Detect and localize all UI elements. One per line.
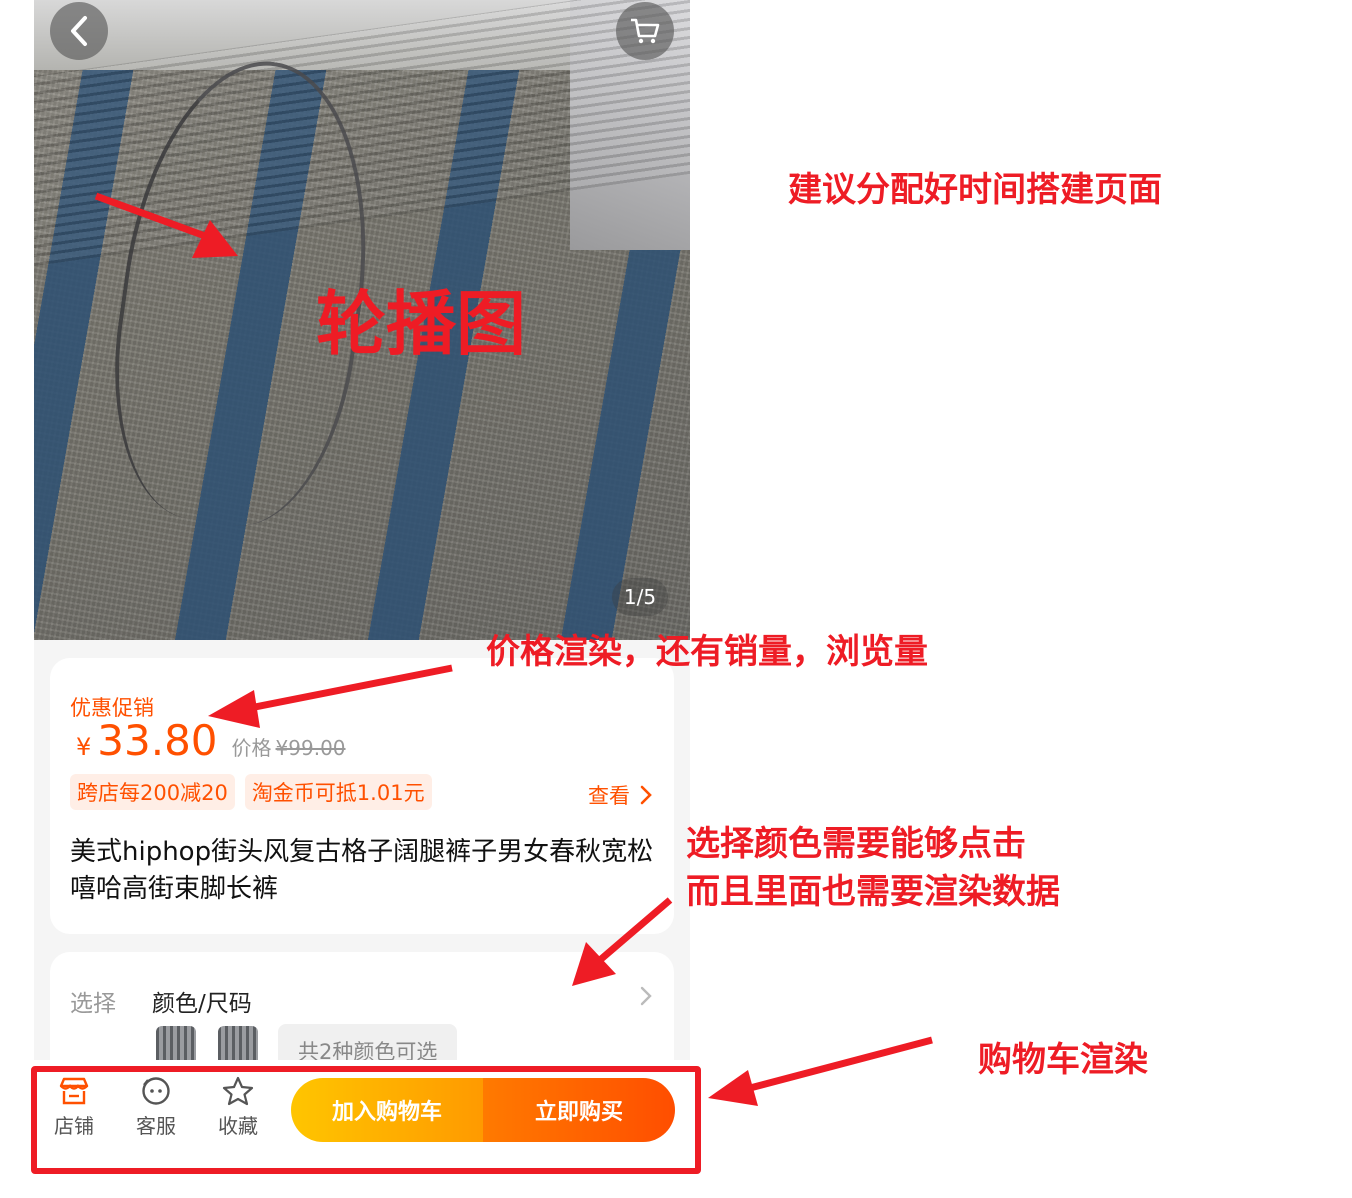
annotation-page-note: 建议分配好时间搭建页面: [788, 170, 1162, 210]
annotation-carousel: 轮播图: [316, 283, 526, 365]
annotation-arrow: [708, 1036, 933, 1106]
annotation-cart: 购物车渲染: [978, 1040, 1148, 1080]
annotation-price: 价格渲染，还有销量，浏览量: [486, 632, 928, 672]
annotation-arrow: [94, 192, 238, 258]
annotation-select-1: 选择颜色需要能够点击: [686, 824, 1026, 864]
annotation-select-2: 而且里面也需要渲染数据: [686, 872, 1060, 912]
annotation-arrow: [572, 897, 673, 986]
annotation-arrow: [208, 664, 453, 728]
